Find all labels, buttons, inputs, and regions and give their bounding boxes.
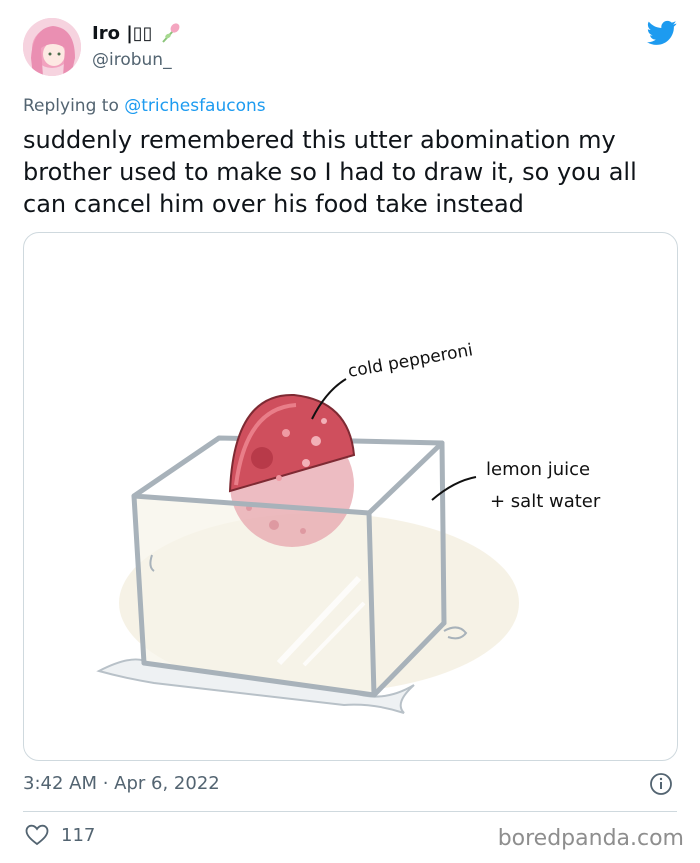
tweet-timestamp[interactable]: 3:42 AM · Apr 6, 2022 — [23, 773, 220, 794]
tweet-text: suddenly remembered this utter abominati… — [23, 126, 637, 218]
liquid-pointer — [431, 476, 477, 501]
twitter-bird-icon[interactable] — [647, 20, 677, 46]
tweet-media[interactable]: cold pepperoni lemon juice + salt water — [23, 232, 678, 761]
replying-to-mention[interactable]: @trichesfaucons — [124, 96, 265, 116]
info-icon[interactable] — [649, 772, 673, 796]
replying-prefix: Replying to — [23, 96, 125, 116]
watermark: boredpanda.com — [497, 826, 684, 851]
display-name-row[interactable]: Iro |▯▯ — [92, 22, 183, 44]
heart-icon[interactable] — [25, 824, 49, 846]
divider — [23, 811, 677, 812]
tulip-emoji-icon — [161, 23, 180, 43]
avatar[interactable] — [23, 18, 81, 76]
label-pepperoni: cold pepperoni — [346, 340, 474, 382]
handle[interactable]: @irobun_ — [92, 50, 172, 70]
label-liquid-line2: + salt water — [490, 491, 601, 512]
drawing-image: cold pepperoni lemon juice + salt water — [96, 340, 601, 714]
display-name[interactable]: Iro |▯▯ — [92, 23, 153, 44]
label-liquid-line1: lemon juice — [486, 459, 590, 480]
like-count: 117 — [61, 824, 96, 846]
avatar-image — [23, 18, 81, 76]
replying-to: Replying to @trichesfaucons — [23, 96, 266, 116]
like-button[interactable]: 117 — [25, 824, 95, 846]
